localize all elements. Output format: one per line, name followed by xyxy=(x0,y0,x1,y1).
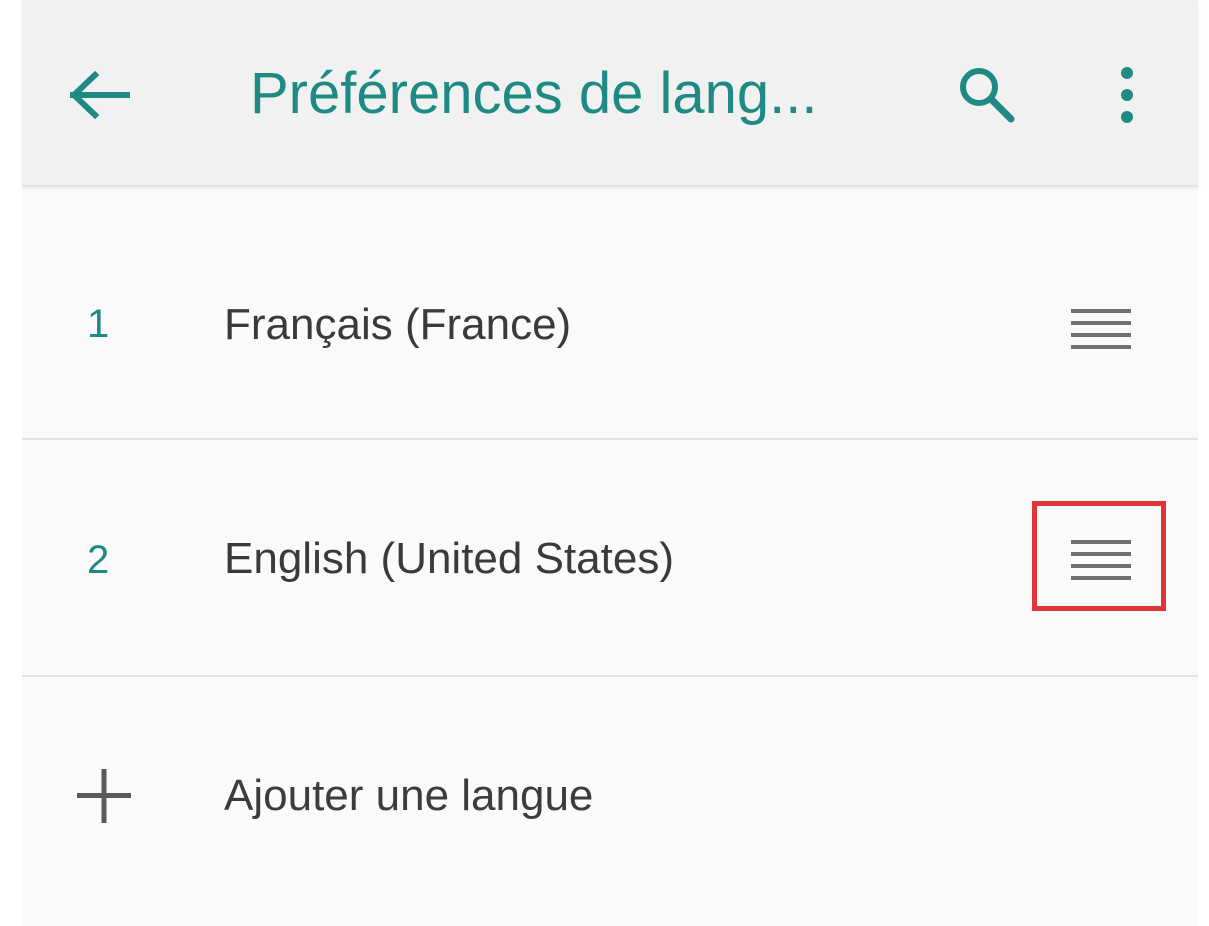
language-index: 1 xyxy=(87,302,110,346)
language-index: 2 xyxy=(87,538,110,582)
language-preferences-screen: Préférences de lang... 1 Français (Franc… xyxy=(22,0,1198,926)
language-label: Français (France) xyxy=(224,300,572,349)
app-bar: Préférences de lang... xyxy=(22,0,1198,187)
arrow-left-icon xyxy=(69,71,130,119)
language-item-english[interactable]: 2 English (United States) xyxy=(22,441,1198,675)
add-language-item[interactable]: Ajouter une langue xyxy=(22,678,1198,912)
divider xyxy=(22,438,1198,440)
more-options-button[interactable] xyxy=(1092,55,1162,135)
search-icon xyxy=(960,68,1015,123)
more-vert-icon xyxy=(1121,67,1133,123)
language-label: English (United States) xyxy=(224,534,674,583)
highlight-box xyxy=(1032,501,1166,611)
search-button[interactable] xyxy=(942,55,1032,135)
add-language-label: Ajouter une langue xyxy=(224,771,594,820)
divider xyxy=(22,675,1198,677)
language-item-francais[interactable]: 1 Français (France) xyxy=(22,204,1198,438)
plus-icon xyxy=(74,766,134,826)
back-button[interactable] xyxy=(60,55,140,135)
drag-handle[interactable] xyxy=(1062,290,1140,368)
page-title: Préférences de lang... xyxy=(250,61,818,126)
drag-handle-icon xyxy=(1071,309,1131,349)
